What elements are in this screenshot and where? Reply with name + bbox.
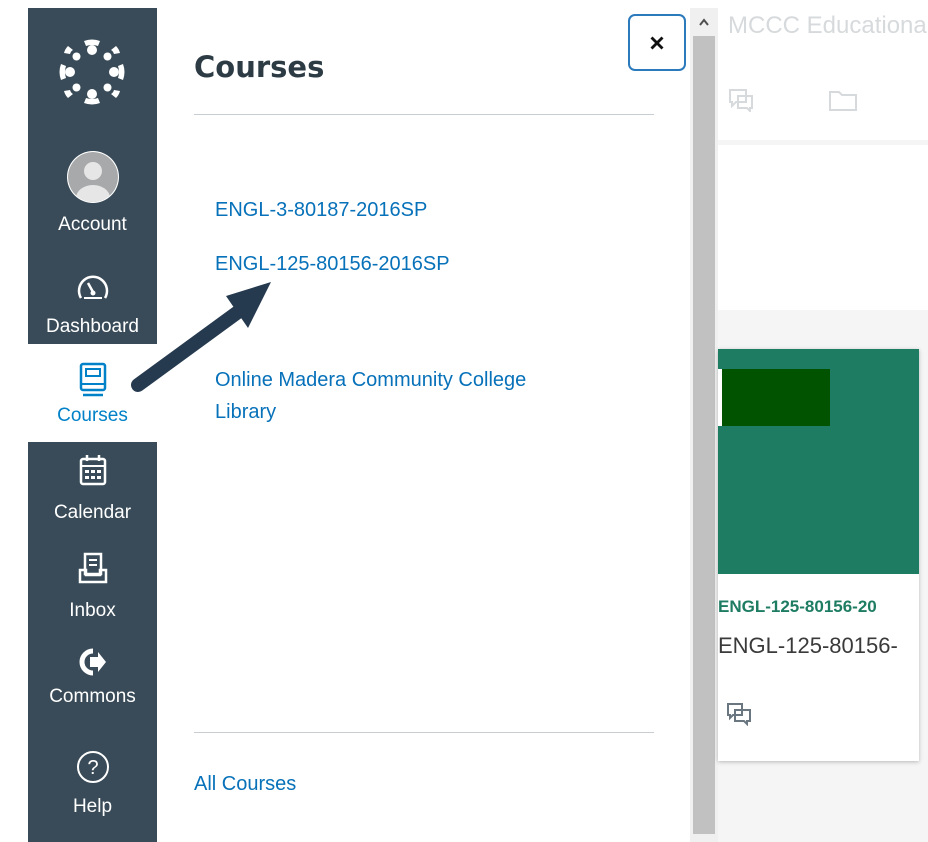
courses-tray: Courses ENGL-3-80187-2016SP ENGL-125-801…: [157, 8, 690, 842]
tray-divider-bottom: [194, 732, 654, 733]
scrollbar-thumb[interactable]: [693, 36, 715, 834]
global-navigation: Account Dashboard Courses Calendar Inbox…: [28, 8, 157, 842]
svg-text:?: ?: [87, 757, 98, 779]
course-card-hero: [718, 349, 919, 574]
nav-item-dashboard[interactable]: Dashboard: [28, 266, 157, 346]
nav-item-account[interactable]: Account: [28, 144, 157, 242]
book-icon: [79, 362, 106, 397]
question-circle-icon: ?: [76, 751, 109, 783]
tray-divider-top: [194, 114, 654, 115]
nav-item-inbox[interactable]: Inbox: [28, 552, 157, 636]
card-discussion-icon[interactable]: [726, 702, 752, 726]
course-card-name: ENGL-125-80156-: [718, 633, 898, 658]
discussion-icon: [729, 89, 753, 112]
canvas-logo[interactable]: [28, 8, 157, 136]
speedometer-icon: [77, 275, 108, 299]
scroll-up-button[interactable]: [694, 12, 714, 32]
course-link-engl-125[interactable]: ENGL-125-80156-2016SP: [215, 248, 450, 280]
commons-arrow-icon: [79, 648, 106, 676]
nav-label-help: Help: [72, 796, 113, 817]
nav-label-account: Account: [58, 214, 127, 235]
group-link-line-2: Library: [215, 401, 277, 423]
nav-label-dashboard: Dashboard: [46, 316, 139, 337]
course-card[interactable]: ENGL-125-80156-20 ENGL-125-80156-: [718, 349, 919, 761]
user-avatar-icon: [66, 151, 119, 203]
calendar-icon: [79, 455, 106, 486]
close-tray-button[interactable]: [628, 14, 686, 71]
tray-scrollbar[interactable]: [690, 8, 718, 842]
dashboard-background: MCCC Educationa ENGL-125-80156-20 ENGL-1…: [718, 0, 928, 842]
course-link-engl-3[interactable]: ENGL-3-80187-2016SP: [215, 194, 427, 226]
nav-label-calendar: Calendar: [53, 502, 132, 523]
nav-label-inbox: Inbox: [69, 600, 116, 621]
inbox-icon: [78, 552, 107, 584]
dashboard-title: MCCC Educationa: [728, 12, 927, 39]
group-link-line-1: Online Madera Community College: [215, 369, 527, 391]
nav-item-calendar[interactable]: Calendar: [28, 454, 157, 538]
canvas-logo-icon: [59, 39, 125, 105]
chevron-up-icon: [699, 18, 709, 26]
course-card-code[interactable]: ENGL-125-80156-20: [718, 597, 877, 617]
folder-icon: [829, 91, 857, 111]
nav-item-courses[interactable]: Courses: [28, 344, 157, 442]
close-icon: [650, 36, 664, 49]
dashboard-area: [718, 145, 928, 310]
nav-label-courses: Courses: [57, 405, 128, 426]
group-link-library[interactable]: Online Madera Community College Library: [215, 364, 526, 428]
dashboard-header: MCCC Educationa: [718, 0, 928, 140]
all-courses-link[interactable]: All Courses: [194, 768, 296, 800]
tray-title: Courses: [194, 50, 325, 84]
nav-item-help[interactable]: ? Help: [28, 750, 157, 834]
nav-label-commons: Commons: [49, 686, 136, 707]
nav-item-commons[interactable]: Commons: [28, 642, 157, 732]
card-stripe: [722, 369, 830, 426]
